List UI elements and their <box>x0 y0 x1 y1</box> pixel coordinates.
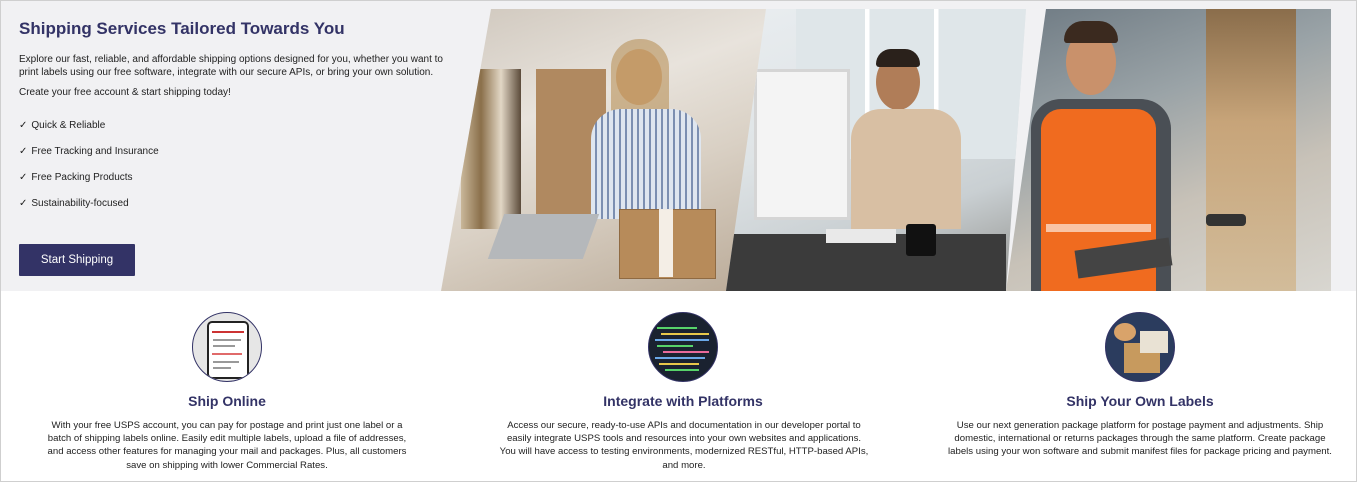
phone-text-line <box>213 361 239 363</box>
checkmark-icon: ✓ <box>19 198 28 209</box>
hero-title: Shipping Services Tailored Towards You <box>19 19 345 38</box>
card-description: Access our secure, ready-to-use APIs and… <box>499 420 869 471</box>
phone-icon <box>192 312 262 382</box>
page-frame: Shipping Services Tailored Towards You E… <box>0 0 1357 482</box>
checkmark-icon: ✓ <box>19 172 28 183</box>
feature-item: ✓ Quick & Reliable <box>19 120 449 146</box>
checkmark-icon: ✓ <box>19 120 28 131</box>
feature-item: ✓ Sustainability-focused <box>19 198 449 224</box>
package-icon <box>1105 312 1175 382</box>
feature-label: Sustainability-focused <box>31 198 129 209</box>
hero-text-block: Shipping Services Tailored Towards You E… <box>19 19 449 276</box>
photo-man-computer <box>726 9 1026 291</box>
photo-warehouse-worker <box>1006 9 1331 291</box>
hand-shape <box>1114 323 1136 341</box>
code-line <box>659 363 699 365</box>
laptop <box>487 214 600 259</box>
photo-woman-packing <box>441 9 771 291</box>
feature-label: Quick & Reliable <box>31 120 106 131</box>
card-description: With your free USPS account, you can pay… <box>47 420 407 471</box>
phone-text-line <box>213 345 235 347</box>
barcode-scanner <box>1206 214 1246 226</box>
feature-label: Free Packing Products <box>31 172 133 183</box>
phone-text-line <box>213 367 231 369</box>
phone-screen <box>207 321 249 379</box>
code-line <box>661 333 709 335</box>
card-title: Integrate with Platforms <box>603 393 763 409</box>
phone-label-bar <box>212 353 242 355</box>
collage-edge <box>1331 9 1356 291</box>
warehouse-shelves <box>1206 9 1296 291</box>
hero-description: Explore our fast, reliable, and affordab… <box>19 54 443 78</box>
computer-monitor <box>754 69 850 220</box>
packing-tape <box>659 209 673 277</box>
person-hair <box>876 49 920 67</box>
phone-text-line <box>213 339 241 341</box>
feature-label: Free Tracking and Insurance <box>31 146 159 157</box>
hero-photo-collage <box>441 9 1331 291</box>
code-line <box>657 345 693 347</box>
card-title: Ship Online <box>188 393 266 409</box>
clothing-rack <box>461 69 521 229</box>
phone-header-bar <box>212 331 244 333</box>
hero-cta-text: Create your free account & start shippin… <box>19 87 231 98</box>
checkmark-icon: ✓ <box>19 146 28 157</box>
hero-section: Shipping Services Tailored Towards You E… <box>1 1 1356 291</box>
services-section: Ship Online With your free USPS account,… <box>1 291 1356 481</box>
start-shipping-button[interactable]: Start Shipping <box>19 244 135 276</box>
feature-list: ✓ Quick & Reliable ✓ Free Tracking and Ins… <box>19 120 449 224</box>
package-label <box>1140 331 1168 353</box>
code-line <box>655 357 705 359</box>
card-description: Use our next generation package platform… <box>948 420 1332 458</box>
coffee-cup <box>906 224 936 256</box>
person-shirt <box>591 109 701 219</box>
reflective-stripe <box>1046 224 1151 232</box>
card-title: Ship Your Own Labels <box>1066 393 1214 409</box>
person-shirt <box>851 109 961 229</box>
code-line <box>665 369 699 371</box>
person-hair <box>1064 21 1118 43</box>
keyboard <box>826 229 896 243</box>
feature-item: ✓ Free Tracking and Insurance <box>19 146 449 172</box>
code-icon <box>648 312 718 382</box>
feature-item: ✓ Free Packing Products <box>19 172 449 198</box>
code-line <box>657 327 697 329</box>
code-line <box>663 351 709 353</box>
code-line <box>655 339 709 341</box>
